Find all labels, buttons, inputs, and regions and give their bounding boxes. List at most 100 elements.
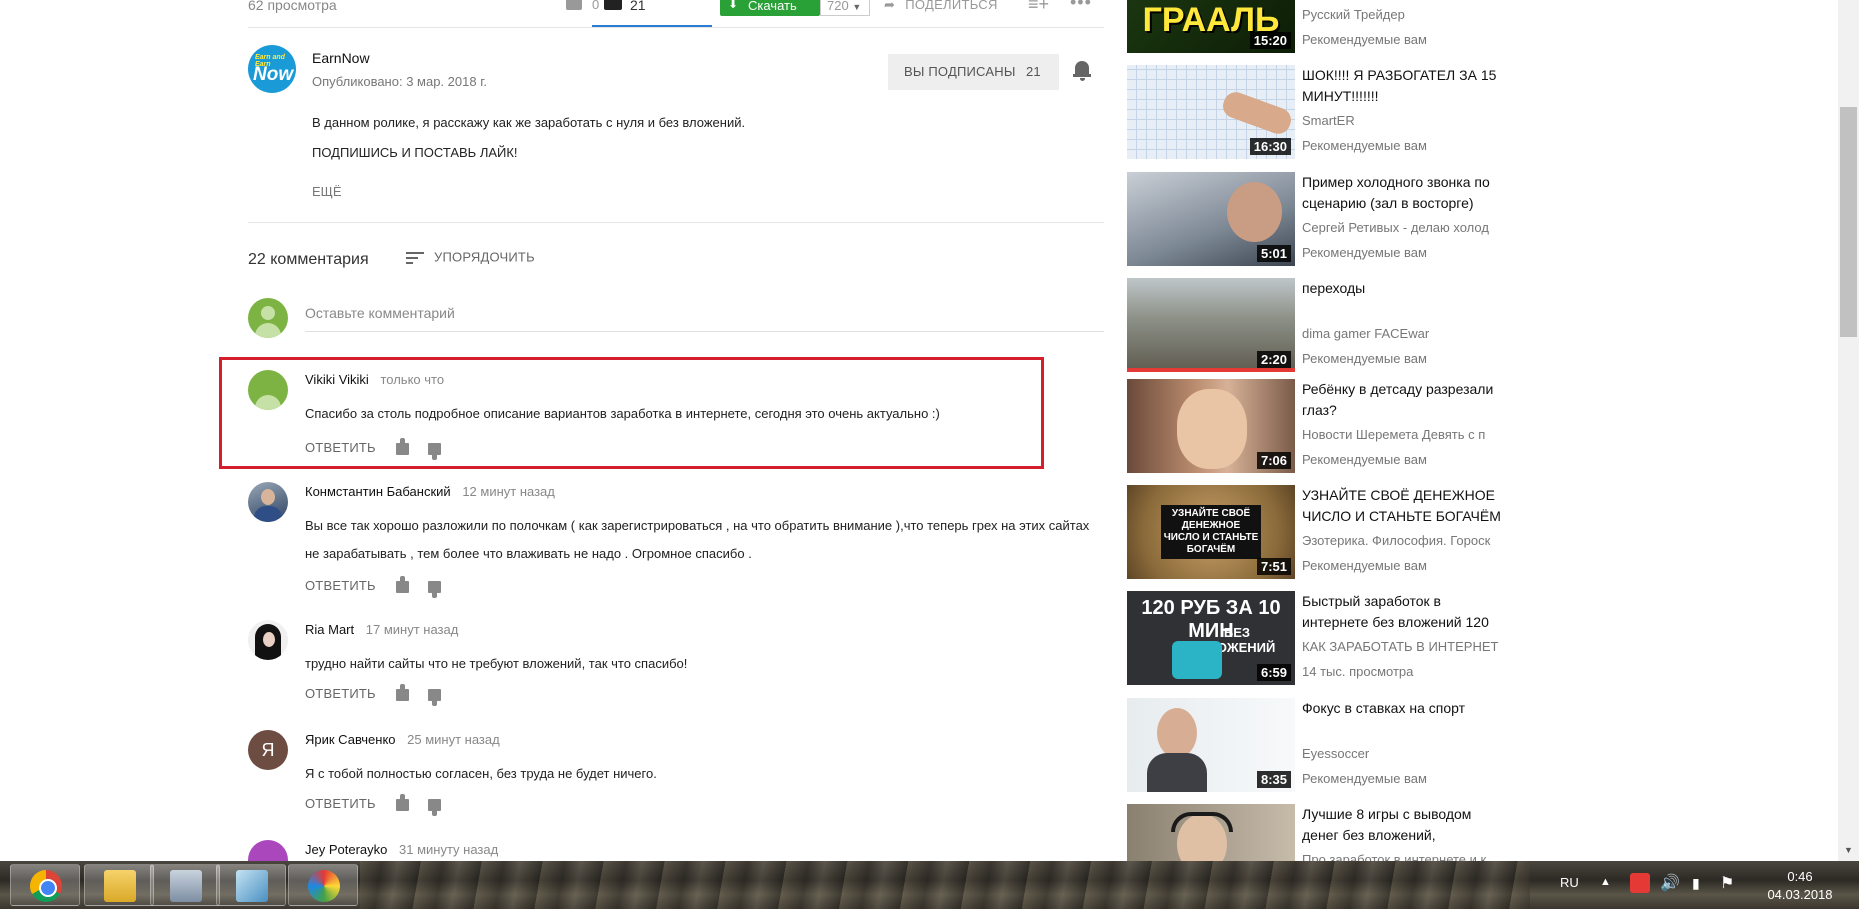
- commenter-avatar[interactable]: Я: [248, 730, 288, 770]
- related-video-card[interactable]: 16:30 ШОК!!!! Я РАЗБОГАТЕЛ ЗА 15 МИНУТ!!…: [1127, 65, 1507, 161]
- system-clock[interactable]: 0:46 04.03.2018: [1760, 868, 1840, 904]
- video-title[interactable]: Фокус в ставках на спорт: [1302, 698, 1502, 719]
- related-video-card[interactable]: 8:35 Фокус в ставках на спорт Eyessoccer…: [1127, 698, 1507, 794]
- antivirus-icon[interactable]: [1630, 873, 1650, 893]
- comment-author[interactable]: Jey Poterayko: [305, 842, 387, 857]
- volume-icon[interactable]: 🔊: [1660, 873, 1680, 909]
- channel-avatar[interactable]: Earn and Earn Now: [248, 45, 296, 93]
- chrome-icon: [30, 870, 62, 902]
- scrollbar-thumb[interactable]: [1840, 107, 1857, 337]
- taskbar-notepad[interactable]: [216, 864, 286, 906]
- taskbar-chrome[interactable]: [10, 864, 80, 906]
- video-meta: Рекомендуемые вам: [1302, 351, 1427, 366]
- video-title[interactable]: Быстрый заработок в интернете без вложен…: [1302, 591, 1502, 633]
- comment-dislike-icon[interactable]: [428, 688, 442, 706]
- video-duration: 7:51: [1256, 558, 1291, 575]
- page-scrollbar[interactable]: ▼: [1838, 0, 1859, 861]
- video-thumbnail[interactable]: 16:30: [1127, 65, 1295, 159]
- channel-logo-text-main: Now: [253, 64, 294, 85]
- download-button[interactable]: ⬇ Скачать: [720, 0, 820, 16]
- comment-author[interactable]: Ria Mart: [305, 622, 354, 637]
- comment-dislike-icon[interactable]: [428, 798, 442, 816]
- video-title[interactable]: Ребёнку в детсаду разрезали глаз?: [1302, 379, 1502, 421]
- notification-bell-icon[interactable]: [1073, 61, 1091, 81]
- clock-date: 04.03.2018: [1767, 887, 1833, 902]
- video-duration: 15:20: [1249, 32, 1291, 49]
- comment-dislike-icon[interactable]: [428, 580, 442, 598]
- comment-author[interactable]: Ярик Савченко: [305, 732, 396, 747]
- video-title[interactable]: УЗНАЙТЕ СВОЁ ДЕНЕЖНОЕ ЧИСЛО И СТАНЬТЕ БО…: [1302, 485, 1502, 527]
- description-line: В данном ролике, я расскажу как же зараб…: [312, 115, 746, 130]
- channel-name[interactable]: EarnNow: [312, 50, 370, 66]
- video-thumbnail[interactable]: 5:01: [1127, 172, 1295, 266]
- comment-time[interactable]: 31 минуту назад: [399, 842, 498, 857]
- add-to-playlist-icon[interactable]: ≡+: [1028, 0, 1049, 15]
- taskbar-calculator[interactable]: [150, 864, 220, 906]
- video-meta: Рекомендуемые вам: [1302, 558, 1427, 573]
- sort-icon: [406, 249, 424, 267]
- comment-thread: Jey Poterayko 31 минуту назад: [248, 840, 1104, 861]
- scroll-down-arrow-icon[interactable]: ▼: [1844, 845, 1853, 855]
- show-more-link[interactable]: ЕЩЁ: [312, 184, 342, 199]
- network-icon[interactable]: ▮: [1692, 875, 1700, 909]
- action-center-flag-icon[interactable]: ⚑: [1720, 873, 1734, 909]
- reply-button[interactable]: ОТВЕТИТЬ: [305, 796, 376, 811]
- commenter-avatar[interactable]: [248, 840, 288, 861]
- paint-icon: [308, 870, 340, 902]
- video-duration: 7:06: [1256, 452, 1291, 469]
- video-channel: КАК ЗАРАБОТАТЬ В ИНТЕРНЕТ: [1302, 639, 1499, 654]
- related-video-card[interactable]: УЗНАЙТЕ СВОЁ ДЕНЕЖНОЕ ЧИСЛО И СТАНЬТЕ БО…: [1127, 485, 1507, 581]
- video-title[interactable]: ШОК!!!! Я РАЗБОГАТЕЛ ЗА 15 МИНУТ!!!!!!!: [1302, 65, 1502, 107]
- show-hidden-icons-icon[interactable]: ▲: [1600, 876, 1611, 909]
- share-label: ПОДЕЛИТЬСЯ: [905, 0, 998, 12]
- wallpaper-texture: [360, 861, 1530, 909]
- video-title[interactable]: Лучшие 8 игры с выводом денег без вложен…: [1302, 804, 1502, 846]
- related-video-card[interactable]: 7:06 Ребёнку в детсаду разрезали глаз? Н…: [1127, 379, 1507, 475]
- video-thumbnail[interactable]: 8:35: [1127, 698, 1295, 792]
- download-label: Скачать: [748, 0, 797, 13]
- video-thumbnail[interactable]: 7:06: [1127, 379, 1295, 473]
- taskbar-paint[interactable]: [288, 864, 358, 906]
- comment-author[interactable]: Конмстантин Бабанский: [305, 484, 451, 499]
- reply-button[interactable]: ОТВЕТИТЬ: [305, 578, 376, 593]
- video-thumbnail[interactable]: УЗНАЙТЕ СВОЁ ДЕНЕЖНОЕ ЧИСЛО И СТАНЬТЕ БО…: [1127, 485, 1295, 579]
- video-channel: Про заработок в интернете и к: [1302, 852, 1487, 861]
- video-thumbnail[interactable]: [1127, 804, 1295, 861]
- taskbar-explorer[interactable]: [84, 864, 154, 906]
- comment-like-icon[interactable]: [395, 575, 409, 593]
- comment-thread: Я Ярик Савченко 25 минут назад Я с тобой…: [248, 730, 1104, 820]
- sort-comments-button[interactable]: УПОРЯДОЧИТЬ: [406, 249, 535, 267]
- thumbs-down-icon: [566, 0, 582, 10]
- video-title[interactable]: Пример холодного звонка по сценарию (зал…: [1302, 172, 1502, 214]
- calculator-icon: [170, 870, 202, 902]
- reply-button[interactable]: ОТВЕТИТЬ: [305, 686, 376, 701]
- share-button[interactable]: ➦ ПОДЕЛИТЬСЯ: [884, 0, 998, 13]
- related-video-card[interactable]: ГРААЛЬ 15:20 Русский Трейдер Рекомендуем…: [1127, 0, 1507, 55]
- download-arrow-icon: ⬇: [728, 0, 739, 11]
- quality-select[interactable]: 720 ▼: [820, 0, 870, 16]
- more-options-icon[interactable]: •••: [1070, 0, 1092, 13]
- sort-label: УПОРЯДОЧИТЬ: [434, 249, 535, 265]
- video-thumbnail[interactable]: 120 РУБ ЗА 10 МИН БЕЗ ВЛОЖЕНИЙ 6:59: [1127, 591, 1295, 685]
- language-indicator[interactable]: RU: [1560, 875, 1579, 909]
- comment-like-icon[interactable]: [395, 793, 409, 811]
- commenter-avatar[interactable]: [248, 482, 288, 522]
- related-video-card[interactable]: 5:01 Пример холодного звонка по сценарию…: [1127, 172, 1507, 268]
- comment-time[interactable]: 25 минут назад: [407, 732, 500, 747]
- related-video-card[interactable]: 120 РУБ ЗА 10 МИН БЕЗ ВЛОЖЕНИЙ 6:59 Быст…: [1127, 591, 1507, 687]
- video-meta: Рекомендуемые вам: [1302, 452, 1427, 467]
- video-thumbnail[interactable]: 2:20: [1127, 278, 1295, 372]
- related-video-card[interactable]: 2:20 переходы dima gamer FACEwar Рекомен…: [1127, 278, 1507, 374]
- dislike-button[interactable]: 0: [566, 0, 626, 17]
- comment-count: 22 комментария: [248, 251, 369, 268]
- comment-like-icon[interactable]: [395, 683, 409, 701]
- video-thumbnail[interactable]: ГРААЛЬ 15:20: [1127, 0, 1295, 53]
- subscribed-button[interactable]: ВЫ ПОДПИСАНЫ 21: [888, 54, 1059, 90]
- comment-time[interactable]: 17 минут назад: [366, 622, 459, 637]
- video-title[interactable]: переходы: [1302, 278, 1502, 299]
- add-comment-input[interactable]: Оставьте комментарий: [305, 305, 1104, 332]
- commenter-avatar[interactable]: [248, 620, 288, 660]
- notepad-icon: [236, 870, 268, 902]
- related-video-card[interactable]: Лучшие 8 игры с выводом денег без вложен…: [1127, 804, 1507, 861]
- comment-time[interactable]: 12 минут назад: [462, 484, 555, 499]
